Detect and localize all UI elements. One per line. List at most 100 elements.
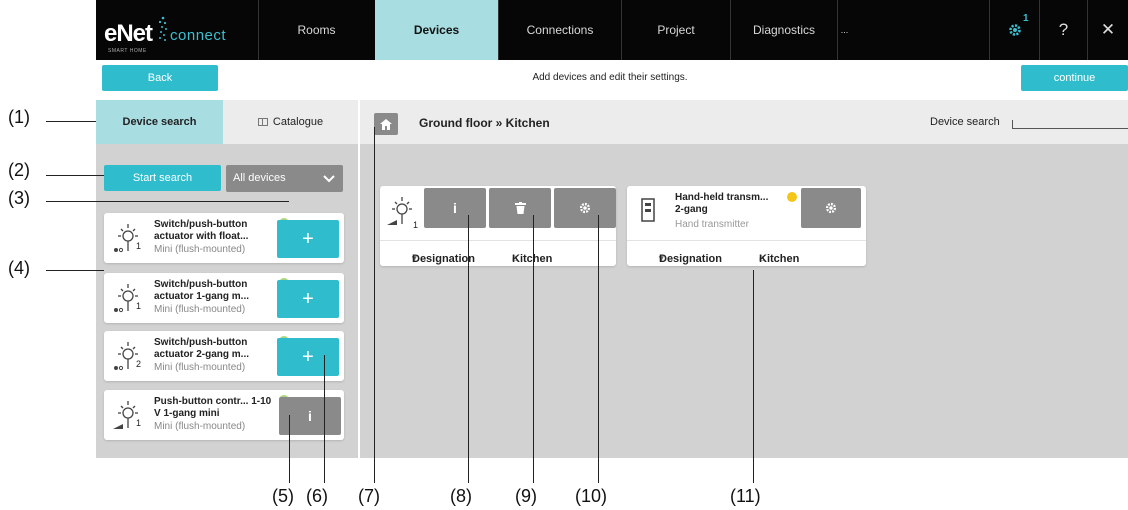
tab-project[interactable]: Project — [621, 0, 730, 60]
device-filter-value: All devices — [233, 172, 286, 184]
room-label: Kitchen — [759, 253, 800, 265]
tab-catalogue-label: Catalogue — [272, 116, 324, 128]
channel-number: 1 — [136, 301, 142, 311]
start-search-button[interactable]: Start search — [104, 165, 221, 191]
tab-connections[interactable]: Connections — [498, 0, 621, 60]
channel-number: 2 — [136, 359, 142, 369]
device-type: Mini (flush-mounted) — [154, 244, 246, 255]
gear-icon — [825, 202, 837, 214]
instruction-text: Add devices and edit their settings. — [532, 72, 688, 83]
tab-overflow[interactable]: ... — [837, 0, 851, 60]
callout-label: (3) — [8, 188, 30, 208]
tab-devices[interactable]: Devices — [375, 0, 498, 60]
callout-line — [46, 175, 104, 176]
callout-line — [46, 121, 96, 122]
continue-button[interactable]: continue — [1021, 65, 1128, 91]
callout-line — [533, 215, 534, 483]
callout-line — [374, 127, 375, 483]
info-icon: i — [453, 200, 457, 216]
device-filter-select[interactable]: All devices — [226, 165, 343, 192]
breadcrumb-bar: Ground floor » Kitchen Device search — [360, 100, 1128, 144]
callout-line — [46, 201, 289, 202]
chevron-down-icon — [323, 175, 335, 183]
info-button[interactable]: i — [424, 188, 486, 228]
callout-label: (9) — [515, 486, 537, 506]
card-footer: ▾ Designation ⌂ Kitchen — [627, 240, 866, 266]
top-navigation-bar: eNet connect SMART HOME Rooms Devices Co… — [96, 0, 1128, 60]
light-bulb-icon — [114, 342, 138, 371]
settings-button[interactable]: 1 — [989, 0, 1039, 60]
gear-icon — [579, 202, 591, 214]
callout-line — [598, 215, 599, 483]
logo-dots-icon — [158, 16, 167, 41]
device-search-panel: Device search Catalogue Start search All… — [96, 100, 358, 458]
status-dot — [787, 192, 797, 202]
tab-device-search[interactable]: Device search — [96, 100, 223, 144]
catalogue-icon — [257, 118, 268, 126]
callout-label: (8) — [450, 486, 472, 506]
home-icon — [380, 118, 392, 130]
device-type: Mini (flush-mounted) — [154, 362, 246, 373]
callout-label: (7) — [358, 486, 380, 506]
add-device-button[interactable]: + — [277, 338, 339, 376]
device-type: Mini (flush-mounted) — [154, 304, 246, 315]
logo-brand: eNet — [104, 20, 153, 47]
help-button[interactable]: ? — [1039, 0, 1087, 60]
light-bulb-icon — [114, 284, 138, 313]
callout-label: (10) — [575, 486, 608, 506]
settings-badge: 1 — [1023, 13, 1029, 24]
settings-button[interactable] — [801, 188, 861, 228]
device-card[interactable]: 1 Push-button contr... 1-10 V 1-gang min… — [104, 390, 344, 440]
tab-catalogue[interactable]: Catalogue — [223, 100, 358, 144]
device-type: Hand transmitter — [675, 219, 749, 230]
breadcrumb: Ground floor » Kitchen — [419, 116, 550, 130]
channel-number: 1 — [413, 220, 419, 230]
device-card[interactable]: 1 Switch/push-button actuator 1-gang m..… — [104, 273, 344, 323]
add-device-button[interactable]: + — [277, 280, 339, 318]
callout-label: (6) — [306, 486, 328, 506]
callout-line — [324, 355, 325, 483]
tab-rooms[interactable]: Rooms — [258, 0, 374, 60]
channel-number: 1 — [136, 241, 142, 251]
tab-diagnostics[interactable]: Diagnostics — [730, 0, 837, 60]
close-button[interactable]: ✕ — [1087, 0, 1128, 60]
device-name: Switch/push-button actuator with float..… — [154, 219, 249, 242]
callout-label: (11) — [730, 486, 761, 506]
device-card[interactable]: 1 Switch/push-button actuator with float… — [104, 213, 344, 263]
settings-button[interactable] — [554, 188, 616, 228]
card-footer: ▾ Designation ⌂ Kitchen — [380, 240, 616, 266]
light-bulb-icon — [114, 224, 138, 253]
add-device-button[interactable]: + — [277, 220, 339, 258]
device-search-input[interactable] — [1012, 120, 1128, 129]
callout-line — [289, 415, 290, 483]
home-button[interactable] — [374, 113, 398, 135]
callout-line — [753, 270, 754, 483]
device-search-label: Device search — [930, 116, 1000, 128]
trash-icon — [514, 202, 526, 214]
device-name: Hand-held transm... — [675, 192, 769, 203]
hand-transmitter-icon — [641, 198, 655, 222]
callout-line — [46, 270, 104, 271]
device-name: Switch/push-button actuator 1-gang m... — [154, 279, 250, 302]
room-devices-panel: Ground floor » Kitchen Device search 1 i — [360, 100, 1128, 458]
device-name: Switch/push-button actuator 2-gang m... — [154, 337, 250, 360]
device-name-line2: 2-gang — [675, 204, 708, 215]
channel-number: 1 — [136, 418, 142, 428]
delete-button[interactable] — [489, 188, 551, 228]
designation-label: Designation — [659, 253, 722, 265]
back-button[interactable]: Back — [102, 65, 218, 91]
callout-line — [468, 215, 469, 483]
device-type: Mini (flush-mounted) — [154, 421, 246, 432]
callout-label: (2) — [8, 160, 30, 180]
device-card[interactable]: 2 Switch/push-button actuator 2-gang m..… — [104, 331, 344, 381]
logo-product: connect — [170, 27, 227, 44]
enet-logo: eNet connect SMART HOME — [104, 14, 227, 54]
device-name: Push-button contr... 1-10 V 1-gang mini — [154, 396, 272, 419]
gear-icon — [1008, 24, 1021, 36]
room-device-card[interactable]: Hand-held transm... 2-gang Hand transmit… — [627, 186, 866, 266]
designation-label: Designation — [412, 253, 475, 265]
room-device-card[interactable]: 1 i ▾ Designation ⌂ Kitchen — [380, 186, 616, 266]
logo-subtitle: SMART HOME — [108, 48, 147, 54]
callout-label: (4) — [8, 258, 30, 278]
callout-label: (5) — [272, 486, 294, 506]
